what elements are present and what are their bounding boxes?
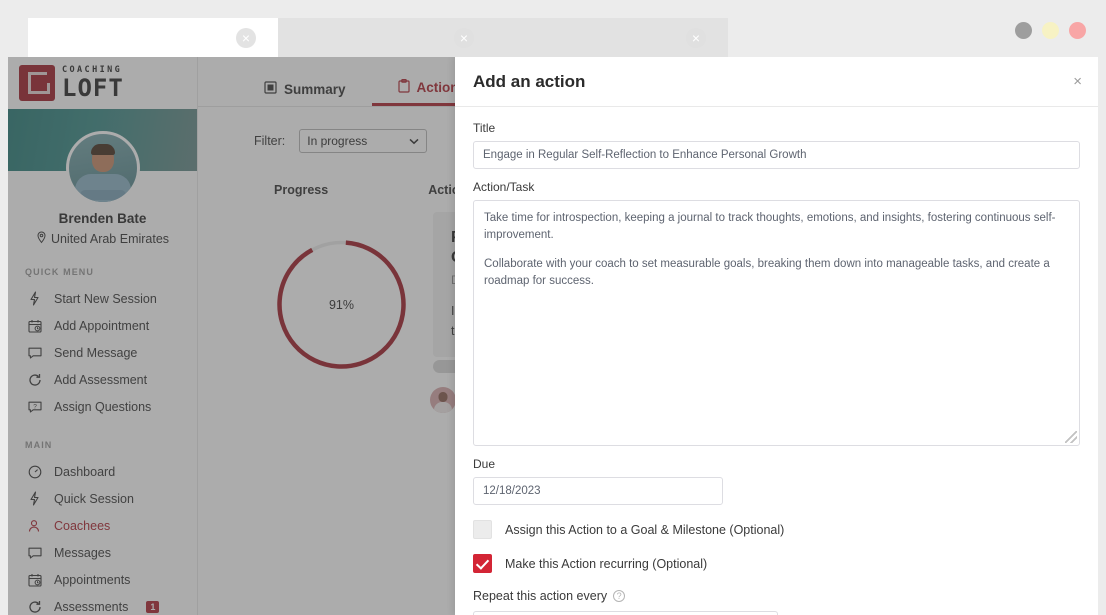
browser-tab-1[interactable]: × xyxy=(28,18,278,57)
minimize-button[interactable] xyxy=(1015,22,1032,39)
title-field-label: Title xyxy=(473,121,496,135)
assign-goal-checkbox-row[interactable]: Assign this Action to a Goal & Milestone… xyxy=(473,520,1080,539)
resize-handle-icon[interactable] xyxy=(1065,431,1077,443)
due-field-label: Due xyxy=(473,457,496,471)
modal-header: Add an action × xyxy=(455,57,1098,107)
recurring-checkbox-label: Make this Action recurring (Optional) xyxy=(505,556,708,571)
due-date-input[interactable]: 12/18/2023 xyxy=(473,477,723,505)
browser-tab-3[interactable]: × xyxy=(488,18,728,57)
modal-body: Title Engage in Regular Self-Reflection … xyxy=(455,107,1098,615)
assign-goal-checkbox-label: Assign this Action to a Goal & Milestone… xyxy=(505,522,785,537)
close-icon[interactable]: × xyxy=(1073,73,1082,90)
recurring-checkbox-row[interactable]: Make this Action recurring (Optional) xyxy=(473,554,1080,573)
window-controls xyxy=(1015,22,1086,39)
tab-close-icon[interactable]: × xyxy=(236,28,256,48)
title-input[interactable]: Engage in Regular Self-Reflection to Enh… xyxy=(473,141,1080,169)
browser-tabstrip: × × × xyxy=(0,18,1020,57)
question-mark-icon[interactable]: ? xyxy=(613,590,626,602)
repeat-label-text: Repeat this action every xyxy=(473,589,608,603)
tab-close-icon[interactable]: × xyxy=(454,28,474,48)
tab-close-icon[interactable]: × xyxy=(686,28,706,48)
browser-chrome: × × × xyxy=(0,0,1106,57)
assign-goal-checkbox[interactable] xyxy=(473,520,492,539)
task-paragraph-2: Collaborate with your coach to set measu… xyxy=(484,258,1050,288)
task-textarea[interactable]: Take time for introspection, keeping a j… xyxy=(473,200,1080,446)
browser-tab-2[interactable]: × xyxy=(268,18,496,57)
task-paragraph-1: Take time for introspection, keeping a j… xyxy=(484,212,1056,241)
close-window-button[interactable] xyxy=(1069,22,1086,39)
maximize-button[interactable] xyxy=(1042,22,1059,39)
modal-title: Add an action xyxy=(473,71,586,91)
repeat-field-label: Repeat this action every ? xyxy=(473,589,1080,603)
recurring-checkbox[interactable] xyxy=(473,554,492,573)
app-viewport: COACHING LOFT Brenden Bate United Arab E… xyxy=(8,57,1098,615)
add-action-modal: Add an action × Title Engage in Regular … xyxy=(455,57,1098,615)
task-field-label: Action/Task xyxy=(473,180,535,194)
repeat-dropdown[interactable] xyxy=(473,611,778,615)
